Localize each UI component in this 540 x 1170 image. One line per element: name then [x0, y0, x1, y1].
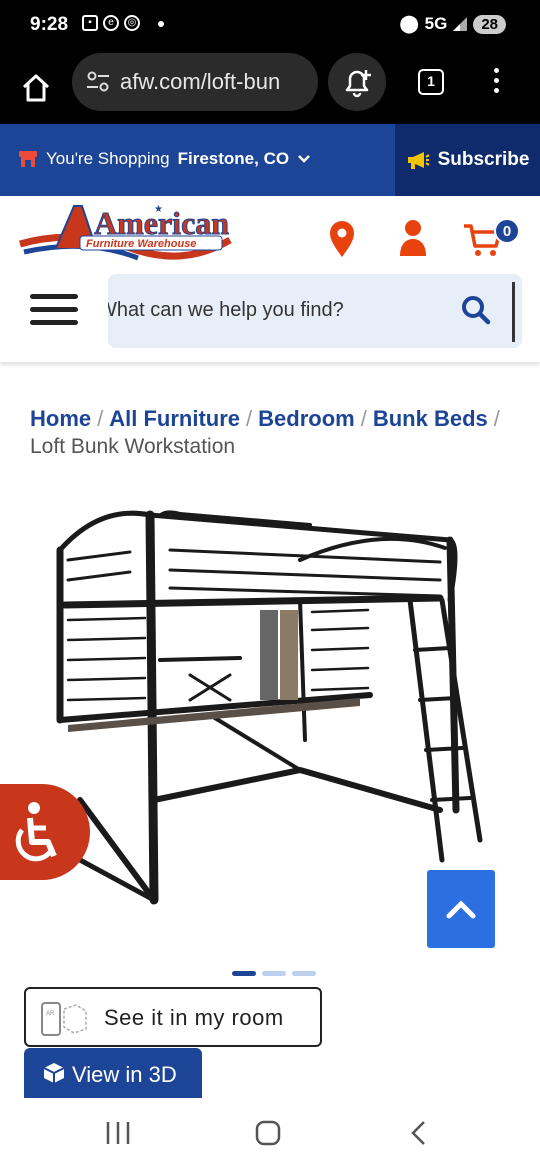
- breadcrumb-bunk-beds[interactable]: Bunk Beds: [373, 406, 488, 431]
- text-cursor: [512, 282, 515, 342]
- view-in-3d-label: View in 3D: [72, 1062, 177, 1087]
- address-bar[interactable]: afw.com/loft-bun: [72, 53, 318, 111]
- subscribe-button[interactable]: Subscribe: [395, 124, 540, 196]
- shopping-label: You're Shopping: [46, 149, 170, 168]
- subscribe-label: Subscribe: [437, 149, 530, 170]
- gallery-dot-2[interactable]: [262, 971, 286, 976]
- american-furniture-warehouse-logo[interactable]: American Furniture Warehouse ★: [16, 200, 236, 266]
- url-text: afw.com/loft-bun: [120, 69, 281, 94]
- search-icon[interactable]: [460, 294, 492, 326]
- svg-text:AR: AR: [46, 1011, 55, 1017]
- breadcrumb-home[interactable]: Home: [30, 406, 91, 431]
- sync-notification-icon: e: [103, 15, 119, 31]
- breadcrumb: Home / All Furniture / Bedroom / Bunk Beds / Lo…: [30, 405, 520, 461]
- status-time: 9:28: [30, 14, 69, 35]
- back-nav-icon[interactable]: [408, 1120, 430, 1146]
- cart-count-badge: 0: [494, 218, 520, 244]
- notification-icons: ▪ e ◎: [82, 15, 140, 31]
- network-label: 5G: [424, 14, 448, 33]
- search-input[interactable]: What can we help you find?: [108, 299, 344, 322]
- status-right: ⬤ 5G 28: [400, 14, 506, 34]
- add-notification-button[interactable]: [328, 53, 386, 111]
- status-bar: 9:28 ▪ e ◎ ⬤ 5G 28: [0, 0, 540, 52]
- view-in-3d-button[interactable]: View in 3D: [24, 1048, 202, 1098]
- location-promo-bar: You're Shopping Firestone, CO Subscribe: [0, 124, 540, 196]
- system-navigation-bar: [0, 1098, 540, 1170]
- recent-apps-icon[interactable]: [104, 1120, 132, 1146]
- product-image[interactable]: [50, 500, 490, 920]
- breadcrumb-all-furniture[interactable]: All Furniture: [109, 406, 240, 431]
- bell-plus-icon: [345, 70, 371, 98]
- search-box[interactable]: What can we help you find?: [108, 274, 522, 348]
- location-icon: ⬤: [399, 14, 419, 33]
- more-notifications-dot: [158, 21, 164, 27]
- breadcrumb-current: Loft Bunk Workstation: [30, 435, 236, 458]
- home-icon[interactable]: [18, 70, 54, 106]
- gallery-dot-3[interactable]: [292, 971, 316, 976]
- ar-room-icon: AR: [41, 1002, 87, 1036]
- svg-text:★: ★: [154, 204, 163, 215]
- more-options-icon[interactable]: [494, 68, 499, 98]
- store-locator-icon[interactable]: [328, 220, 356, 258]
- gallery-pagination: [232, 971, 316, 976]
- site-settings-icon[interactable]: [86, 71, 110, 93]
- home-nav-icon[interactable]: [255, 1120, 281, 1146]
- logo-tagline: Furniture Warehouse: [86, 238, 196, 250]
- tab-switcher-button[interactable]: 1: [418, 69, 444, 95]
- scroll-to-top-button[interactable]: [427, 870, 495, 948]
- see-in-room-button[interactable]: AR See it in my room: [24, 987, 322, 1047]
- signal-icon: [453, 17, 468, 31]
- menu-hamburger-icon[interactable]: [30, 294, 78, 333]
- breadcrumb-bedroom[interactable]: Bedroom: [258, 406, 355, 431]
- store-location: Firestone, CO: [177, 149, 290, 168]
- chevron-down-icon: [298, 155, 310, 163]
- battery-indicator: 28: [473, 14, 506, 34]
- store-icon: [19, 151, 37, 167]
- app-notification-icon: ▪: [82, 15, 98, 31]
- accessibility-icon: [15, 802, 57, 862]
- see-in-room-label: See it in my room: [104, 1005, 284, 1030]
- cube-icon: [43, 1063, 65, 1083]
- account-icon[interactable]: [398, 218, 428, 258]
- megaphone-icon: [407, 152, 430, 169]
- chevron-up-icon: [446, 900, 476, 919]
- store-selector[interactable]: You're Shopping Firestone, CO: [18, 149, 311, 169]
- gallery-dot-1[interactable]: [232, 971, 256, 976]
- wifi-notification-icon: ◎: [124, 15, 140, 31]
- browser-toolbar: afw.com/loft-bun 1: [0, 52, 540, 124]
